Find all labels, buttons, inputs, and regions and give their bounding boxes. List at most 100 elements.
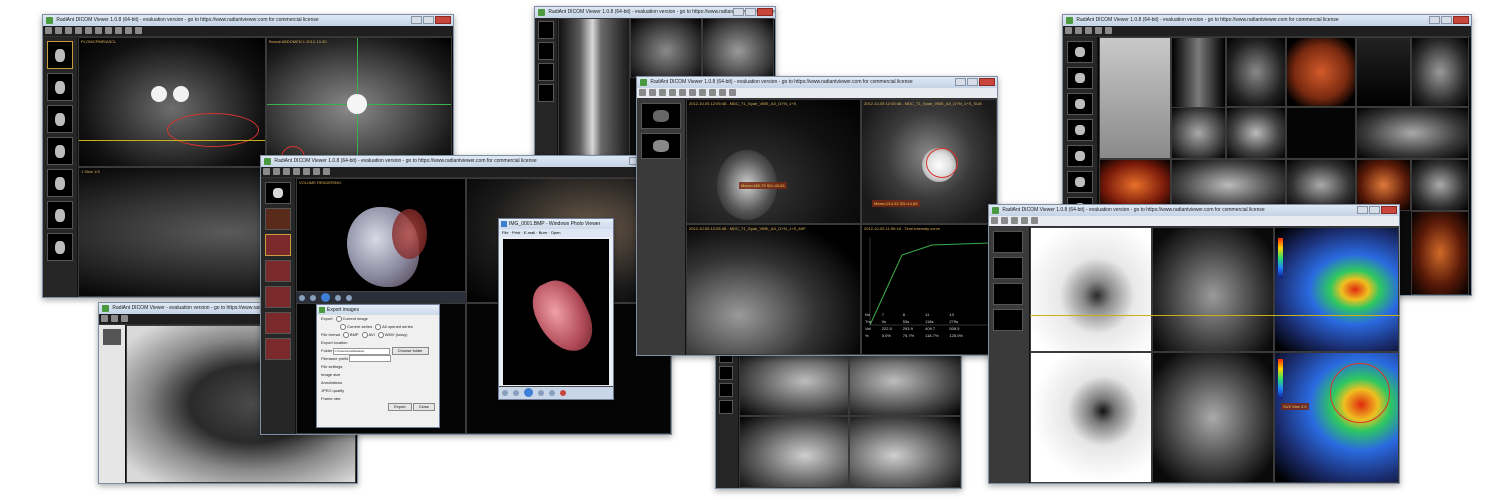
radio-current-series[interactable] <box>340 323 346 330</box>
photo-viewer-window[interactable]: IMG_0001.BMP - Windows Photo Viewer File… <box>498 218 614 400</box>
contrast-icon[interactable] <box>689 89 696 96</box>
radio-all-opened[interactable] <box>375 323 382 330</box>
mammo-viewport-rcc[interactable] <box>739 346 849 416</box>
radio-bmp[interactable] <box>342 331 349 338</box>
zoom-icon[interactable] <box>1011 217 1018 224</box>
fusion-icon[interactable] <box>1031 217 1038 224</box>
ct-head-viewport[interactable] <box>1226 107 1286 159</box>
folder-input[interactable]: C:\Users\Luis\Desktop <box>333 347 391 355</box>
spine-sagittal-viewport[interactable] <box>558 18 630 167</box>
play-icon[interactable] <box>321 293 330 302</box>
minimize-button[interactable] <box>733 8 744 16</box>
open-icon[interactable] <box>101 315 108 322</box>
open-icon[interactable] <box>991 217 998 224</box>
skull-viewport[interactable] <box>1171 107 1226 159</box>
ct-coronal-viewport[interactable] <box>1411 159 1469 211</box>
series-thumbnail[interactable] <box>1067 67 1093 89</box>
series-thumbnail[interactable] <box>993 257 1023 279</box>
pet-ct-window[interactable]: RadiAnt DICOM Viewer 1.0.8 (64-bit) - ev… <box>988 204 1400 484</box>
prev-icon[interactable] <box>310 295 316 301</box>
contrast-icon[interactable] <box>1021 217 1028 224</box>
zoom-icon[interactable] <box>679 89 686 96</box>
series-thumbnail[interactable] <box>47 73 73 101</box>
ellipse-icon[interactable] <box>115 27 122 34</box>
next-icon[interactable] <box>335 295 341 301</box>
loop-icon[interactable] <box>346 295 352 301</box>
series-thumbnail[interactable] <box>265 208 291 230</box>
measure-icon[interactable] <box>313 168 320 175</box>
zoom-icon[interactable] <box>293 168 300 175</box>
ultrasound-doppler-viewport[interactable] <box>1356 37 1411 107</box>
maximize-button[interactable] <box>745 8 756 16</box>
series-thumbnail[interactable] <box>47 169 73 197</box>
series-thumbnail[interactable] <box>538 42 554 60</box>
next-icon[interactable] <box>538 390 544 396</box>
layout-icon[interactable] <box>1075 27 1082 34</box>
layout-icon[interactable] <box>65 27 72 34</box>
close-button[interactable] <box>757 8 773 16</box>
prev-icon[interactable] <box>513 390 519 396</box>
ct-brain-viewport[interactable] <box>1356 107 1469 159</box>
ct-axial-viewport[interactable]: PLON/CPMR/ASCL <box>78 37 266 167</box>
minimize-button[interactable] <box>955 78 966 86</box>
close-button[interactable] <box>435 16 451 24</box>
mammography-window[interactable] <box>715 345 962 489</box>
ct-axial-viewport[interactable] <box>1152 352 1274 483</box>
maximize-button[interactable] <box>1441 16 1452 24</box>
dialog-close-button[interactable]: Close <box>412 403 435 411</box>
ellipse-icon[interactable] <box>709 89 716 96</box>
series-thumbnail[interactable] <box>265 286 291 308</box>
mammo-viewport-rmlo[interactable] <box>739 416 849 488</box>
menu-email[interactable]: E-mail <box>524 230 535 235</box>
save-icon[interactable] <box>55 27 62 34</box>
photo-viewer-title-bar[interactable]: IMG_0001.BMP - Windows Photo Viewer <box>499 219 613 229</box>
series-thumbnail[interactable] <box>47 41 73 69</box>
series-thumbnail[interactable] <box>1067 93 1093 115</box>
series-thumbnail[interactable] <box>641 103 681 129</box>
fusion-axial-viewport[interactable]: SUV Max 3.6 <box>1274 352 1399 483</box>
filename-prefix-input[interactable] <box>349 355 392 363</box>
series-thumbnail[interactable] <box>993 309 1023 331</box>
open-icon[interactable] <box>263 168 270 175</box>
series-thumbnail[interactable] <box>47 105 73 133</box>
series-thumbnail[interactable] <box>265 338 291 360</box>
menu-burn[interactable]: Burn <box>539 230 547 235</box>
ct-coronal-viewport[interactable] <box>1152 227 1274 352</box>
close-button[interactable] <box>1381 206 1397 214</box>
contrast-icon[interactable] <box>95 27 102 34</box>
rewind-icon[interactable] <box>299 295 305 301</box>
mri-mip-viewport[interactable]: 2012-10-05 12:05:48 - MDC_T1_Spair_VIBE_… <box>686 224 861 355</box>
series-thumbnail[interactable] <box>265 312 291 334</box>
measure-icon[interactable] <box>699 89 706 96</box>
3d-icon[interactable] <box>323 168 330 175</box>
contrast-icon[interactable] <box>1095 27 1102 34</box>
spine-axial-viewport-2[interactable] <box>702 18 774 78</box>
series-thumbnail[interactable] <box>538 63 554 81</box>
menu-print[interactable]: Print <box>512 230 520 235</box>
menu-open[interactable]: Open <box>551 230 561 235</box>
curve-icon[interactable] <box>729 89 736 96</box>
series-thumbnail[interactable] <box>1067 145 1093 167</box>
series-thumbnail[interactable] <box>538 84 554 102</box>
series-thumbnail[interactable] <box>641 133 681 159</box>
radio-current-image[interactable] <box>335 315 342 322</box>
layout-icon[interactable] <box>659 89 666 96</box>
mammo-viewport-lcc[interactable] <box>849 346 961 416</box>
minimize-button[interactable] <box>1429 16 1440 24</box>
measure-icon[interactable] <box>105 27 112 34</box>
ct-zoom-viewport[interactable]: Boreal ABDOMEN 1 2012-10-30 <box>266 37 452 167</box>
close-button[interactable] <box>1453 16 1469 24</box>
mri-sub-viewport[interactable]: 2012-10-05 12:05:48 - MDC_T1_Spair_VIBE_… <box>861 99 997 224</box>
series-thumbnail[interactable] <box>103 329 121 345</box>
save-icon[interactable] <box>649 89 656 96</box>
series-thumbnail[interactable] <box>993 231 1023 253</box>
contrast-icon[interactable] <box>303 168 310 175</box>
minimize-button[interactable] <box>1357 206 1368 214</box>
series-thumbnail[interactable] <box>1067 171 1093 193</box>
roi-circle[interactable] <box>926 148 958 178</box>
rotate-icon[interactable] <box>549 390 555 396</box>
time-intensity-viewport[interactable]: 2012-10-05 11:59:18 - Time-intensity cur… <box>861 224 997 355</box>
series-thumbnail[interactable] <box>265 182 291 204</box>
export-button[interactable]: Export <box>388 403 412 411</box>
maximize-button[interactable] <box>1369 206 1380 214</box>
